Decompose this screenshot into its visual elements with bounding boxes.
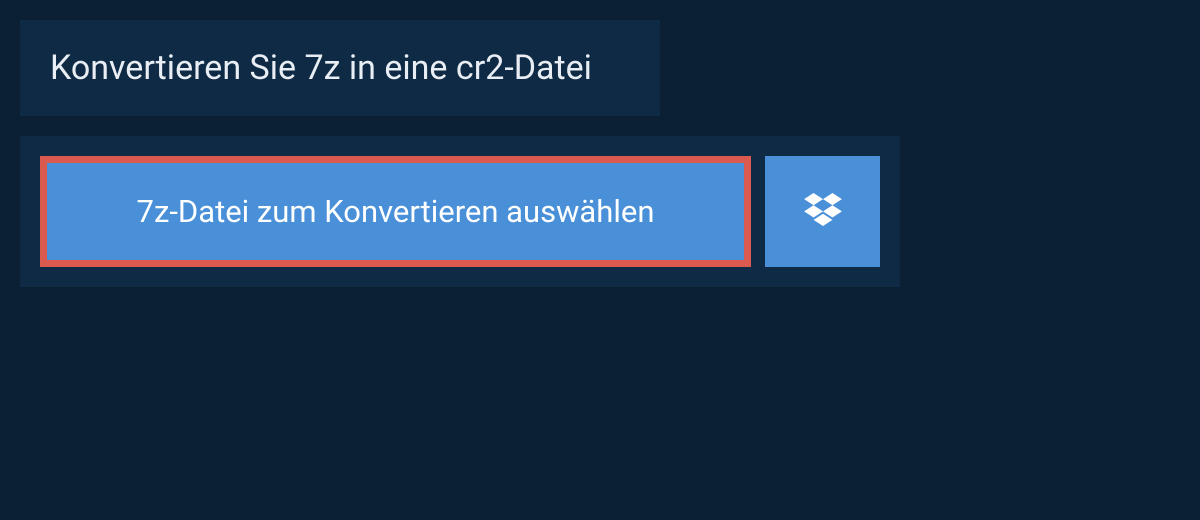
- dropbox-button[interactable]: [765, 156, 880, 267]
- header-panel: Konvertieren Sie 7z in eine cr2-Datei: [20, 20, 660, 116]
- select-file-button[interactable]: 7z-Datei zum Konvertieren auswählen: [40, 156, 751, 267]
- page-title: Konvertieren Sie 7z in eine cr2-Datei: [50, 48, 630, 88]
- dropbox-icon: [804, 193, 842, 231]
- select-file-label: 7z-Datei zum Konvertieren auswählen: [137, 193, 655, 230]
- action-panel: 7z-Datei zum Konvertieren auswählen: [20, 136, 900, 287]
